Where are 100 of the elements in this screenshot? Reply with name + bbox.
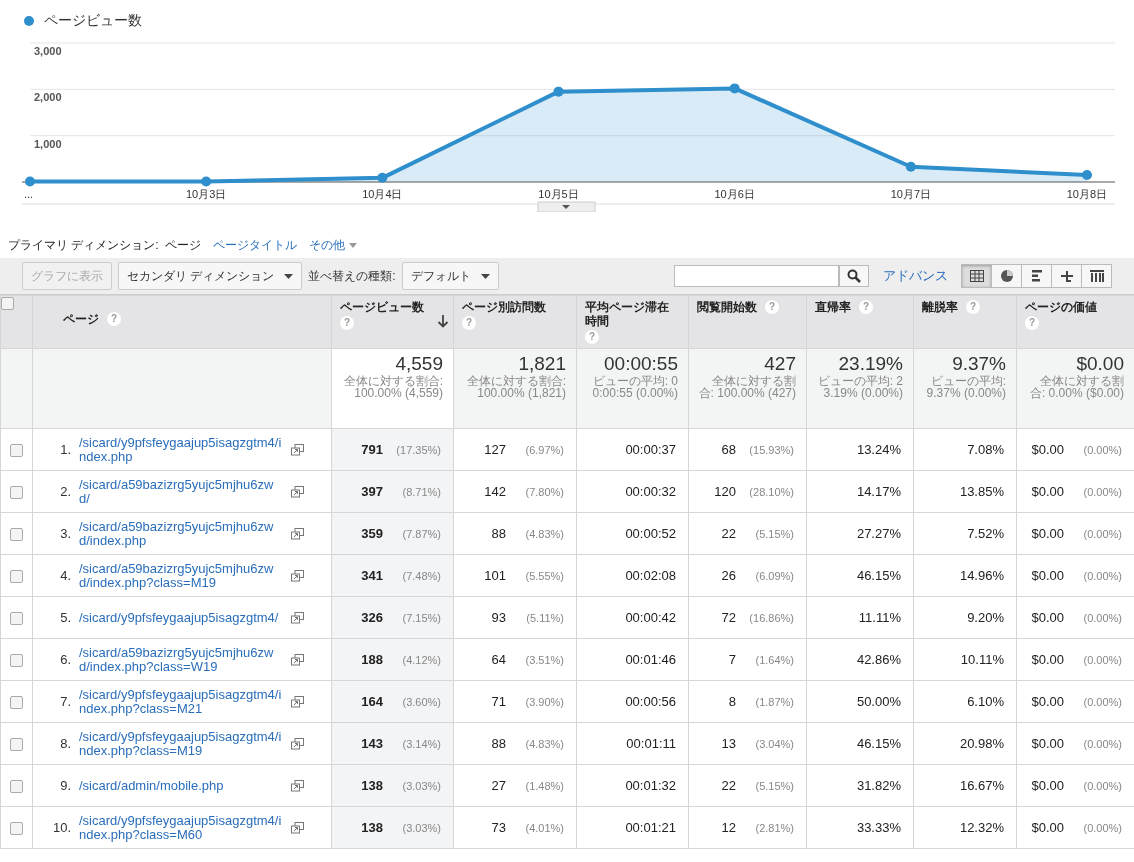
table-cell: 88 [491, 526, 506, 541]
help-icon[interactable]: ? [585, 330, 599, 344]
row-checkbox[interactable] [10, 611, 23, 625]
legend-label: ページビュー数 [44, 12, 142, 30]
page-link[interactable]: /sicard/admin/mobile.php [79, 778, 283, 793]
table-view-button[interactable] [961, 264, 992, 288]
open-in-new-window-icon[interactable] [291, 653, 304, 666]
total-value: 4,559 [394, 353, 443, 375]
table-cell: 00:01:21 [625, 820, 676, 835]
page-link[interactable]: /sicard/y9pfsfeygaajup5isagzgtm4/index.php?class=M21 [79, 687, 283, 716]
table-cell: 397 [361, 484, 383, 499]
search-field[interactable] [674, 265, 839, 287]
dimension-option[interactable]: ページタイトル [212, 236, 297, 254]
help-icon[interactable]: ? [966, 300, 980, 314]
open-in-new-window-icon[interactable] [291, 443, 304, 456]
table-cell-text: (4.12%) [401, 654, 441, 666]
comparison-icon[interactable] [1058, 269, 1075, 283]
advanced-link[interactable]: アドバンス [883, 267, 948, 285]
pivot-table-icon[interactable] [1088, 269, 1105, 283]
help-icon[interactable]: ? [1025, 316, 1039, 330]
table-cell: 188 [361, 652, 383, 667]
row-number: 4. [59, 568, 71, 583]
page-link[interactable]: /sicard/a59bazizrg5yujc5mjhu6zwd/index.php?class=M19 [79, 561, 283, 590]
grid-icon[interactable] [968, 269, 985, 283]
table-cell-text: (1.48%) [524, 780, 564, 792]
bars-view-button[interactable] [1021, 264, 1052, 288]
row-checkbox[interactable] [10, 443, 23, 457]
help-icon[interactable]: ? [462, 316, 476, 330]
table-cell: 164 [361, 694, 383, 709]
open-in-new-window-icon[interactable] [291, 569, 304, 582]
open-in-new-window-icon[interactable] [291, 821, 304, 834]
dimension-option[interactable]: その他 [308, 236, 357, 254]
row-checkbox[interactable] [10, 821, 23, 835]
column-header[interactable]: 閲覧開始数 [697, 300, 757, 314]
column-header[interactable]: ページ [63, 312, 99, 326]
caret-icon[interactable] [284, 273, 294, 279]
table-cell: $0.00 [1031, 694, 1064, 709]
table-cell-text: (3.90%) [524, 696, 564, 708]
secondary-dimension-dropdown[interactable]: セカンダリ ディメンション [118, 262, 303, 290]
help-icon[interactable]: ? [340, 316, 354, 330]
pie-view-button[interactable] [991, 264, 1022, 288]
help-icon[interactable]: ? [107, 312, 121, 326]
table-cell: 00:00:32 [625, 484, 676, 499]
open-in-new-window-icon[interactable] [291, 737, 304, 750]
table-cell-text: (4.83%) [524, 738, 564, 750]
page-link[interactable]: /sicard/y9pfsfeygaajup5isagzgtm4/index.php?class=M60 [79, 813, 283, 842]
table-cell: 72 [721, 610, 736, 625]
open-in-new-window-icon[interactable] [291, 485, 304, 498]
table-cell: 101 [484, 568, 506, 583]
table-cell: 13 [721, 736, 736, 751]
help-icon[interactable]: ? [859, 300, 873, 314]
page-link[interactable]: /sicard/a59bazizrg5yujc5mjhu6zwd/index.php?class=W19 [79, 645, 283, 674]
page-link[interactable]: /sicard/y9pfsfeygaajup5isagzgtm4/index.php?class=M19 [79, 729, 283, 758]
sort-arrow-icon[interactable] [437, 314, 449, 328]
row-checkbox[interactable] [10, 527, 23, 541]
column-header[interactable]: 離脱率 [922, 300, 958, 314]
table-cell-text: (0.00%) [1082, 486, 1122, 498]
row-checkbox[interactable] [10, 485, 23, 499]
column-header[interactable]: 平均ページ滞在時間 [585, 300, 670, 328]
table-cell: $0.00 [1031, 778, 1064, 793]
open-in-new-window-icon[interactable] [291, 695, 304, 708]
table-cell-text: (3.03%) [401, 780, 441, 792]
row-number: 1. [59, 442, 71, 457]
table-cell: 8 [728, 694, 736, 709]
axis-tick-label: 1,000 [34, 137, 62, 150]
column-header[interactable]: ページビュー数 [340, 300, 424, 314]
column-header[interactable]: ページ別訪問数 [462, 300, 546, 314]
sort-type-dropdown[interactable]: デフォルト [401, 262, 499, 290]
column-header[interactable]: ページの価値 [1025, 300, 1097, 314]
table-cell: 359 [361, 526, 383, 541]
row-checkbox[interactable] [10, 779, 23, 793]
collapse-handle[interactable] [537, 201, 596, 212]
page-link[interactable]: /sicard/a59bazizrg5yujc5mjhu6zwd/ [79, 477, 283, 506]
row-checkbox[interactable] [10, 737, 23, 751]
row-checkbox[interactable] [10, 653, 23, 667]
page-link[interactable]: /sicard/a59bazizrg5yujc5mjhu6zwd/index.php [79, 519, 283, 548]
page-link[interactable]: /sicard/y9pfsfeygaajup5isagzgtm4/ [79, 610, 283, 625]
table-cell-text: (0.00%) [1082, 696, 1122, 708]
open-in-new-window-icon[interactable] [291, 611, 304, 624]
row-checkbox[interactable] [10, 695, 23, 709]
page-link[interactable]: /sicard/y9pfsfeygaajup5isagzgtm4/index.php [79, 435, 283, 464]
select-all-checkbox[interactable] [1, 297, 14, 311]
help-icon[interactable]: ? [765, 300, 779, 314]
pie-chart-icon[interactable] [998, 269, 1015, 283]
open-in-new-window-icon[interactable] [291, 779, 304, 792]
row-checkbox[interactable] [10, 569, 23, 583]
column-header[interactable]: 直帰率 [815, 300, 851, 314]
table-cell-text: (0.00%) [1082, 780, 1122, 792]
compare-view-button[interactable] [1051, 264, 1082, 288]
table-cell: 00:01:11 [626, 736, 676, 751]
open-in-new-window-icon[interactable] [291, 527, 304, 540]
search-button[interactable] [839, 265, 869, 287]
caret-icon[interactable] [480, 273, 490, 279]
search-icon[interactable] [847, 269, 861, 283]
table-cell: 13.24% [856, 442, 901, 457]
table-cell: $0.00 [1031, 442, 1064, 457]
pivot-view-button[interactable] [1081, 264, 1112, 288]
dimension-option[interactable]: ページ [164, 236, 201, 254]
table-cell-text: (4.01%) [524, 822, 564, 834]
table-cell: 13.85% [959, 484, 1004, 499]
